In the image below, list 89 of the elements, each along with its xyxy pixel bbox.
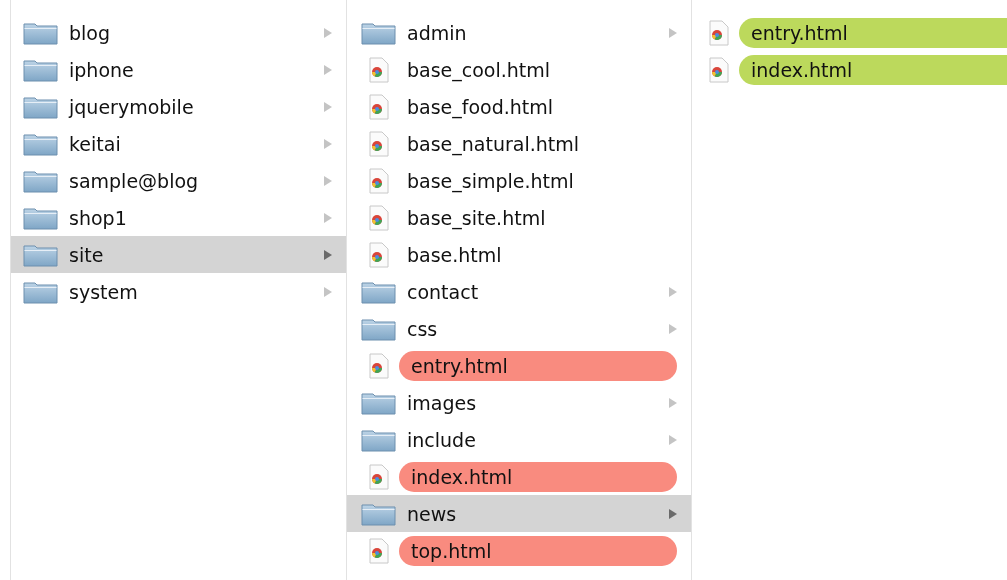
item-name: shop1: [69, 206, 128, 229]
document-icon: [369, 463, 389, 490]
folder-row[interactable]: shop1: [11, 199, 346, 236]
disclosure-arrow-icon: [669, 27, 677, 38]
item-name: base.html: [407, 243, 503, 266]
item-name: base_site.html: [407, 206, 547, 229]
item-name: base_natural.html: [407, 132, 581, 155]
item-name: sample@blog: [69, 169, 200, 192]
color-label-tag: index.html: [399, 461, 677, 492]
item-name: base_food.html: [407, 95, 555, 118]
item-name: news: [407, 502, 458, 525]
folder-row[interactable]: blog: [11, 14, 346, 51]
file-row[interactable]: top.html: [347, 532, 691, 569]
folder-icon: [23, 57, 59, 82]
document-icon: [369, 130, 389, 157]
item-name: base_simple.html: [407, 169, 575, 192]
file-row[interactable]: entry.html: [692, 14, 1007, 51]
folder-row[interactable]: contact: [347, 273, 691, 310]
folder-row[interactable]: site: [11, 236, 346, 273]
folder-icon: [361, 390, 397, 415]
folder-icon: [23, 94, 59, 119]
disclosure-arrow-icon: [669, 286, 677, 297]
file-row[interactable]: base_cool.html: [347, 51, 691, 88]
disclosure-arrow-icon: [324, 212, 332, 223]
folder-icon: [23, 131, 59, 156]
folder-icon: [23, 168, 59, 193]
item-name: images: [407, 391, 478, 414]
document-icon: [709, 56, 729, 83]
folder-row[interactable]: sample@blog: [11, 162, 346, 199]
color-label-tag: top.html: [399, 535, 677, 566]
file-row[interactable]: index.html: [692, 51, 1007, 88]
disclosure-arrow-icon: [324, 286, 332, 297]
document-icon: [369, 241, 389, 268]
disclosure-arrow-icon: [324, 175, 332, 186]
item-name: blog: [69, 21, 112, 44]
document-icon: [369, 167, 389, 194]
item-name: keitai: [69, 132, 122, 155]
disclosure-arrow-icon: [324, 101, 332, 112]
folder-icon: [361, 20, 397, 45]
file-row[interactable]: base_natural.html: [347, 125, 691, 162]
folder-row[interactable]: images: [347, 384, 691, 421]
item-name: iphone: [69, 58, 135, 81]
folder-row[interactable]: news: [347, 495, 691, 532]
document-icon: [369, 56, 389, 83]
folder-icon: [23, 205, 59, 230]
file-row[interactable]: base_simple.html: [347, 162, 691, 199]
document-icon: [369, 204, 389, 231]
item-name: jquerymobile: [69, 95, 195, 118]
folder-row[interactable]: css: [347, 310, 691, 347]
file-row[interactable]: entry.html: [347, 347, 691, 384]
item-name: site: [69, 243, 105, 266]
folder-row[interactable]: iphone: [11, 51, 346, 88]
file-row[interactable]: base_food.html: [347, 88, 691, 125]
color-label-tag: entry.html: [399, 350, 677, 381]
file-row[interactable]: base_site.html: [347, 199, 691, 236]
color-label-tag: index.html: [739, 54, 1007, 85]
folder-icon: [361, 316, 397, 341]
disclosure-arrow-icon: [324, 249, 332, 260]
item-name: system: [69, 280, 139, 303]
folder-icon: [23, 279, 59, 304]
folder-icon: [23, 20, 59, 45]
color-label-tag: entry.html: [739, 17, 1007, 48]
folder-icon: [23, 242, 59, 267]
disclosure-arrow-icon: [324, 27, 332, 38]
folder-row[interactable]: admin: [347, 14, 691, 51]
document-icon: [709, 19, 729, 46]
document-icon: [369, 93, 389, 120]
item-name: base_cool.html: [407, 58, 552, 81]
document-icon: [369, 537, 389, 564]
disclosure-arrow-icon: [669, 397, 677, 408]
folder-row[interactable]: include: [347, 421, 691, 458]
folder-icon: [361, 501, 397, 526]
disclosure-arrow-icon: [324, 138, 332, 149]
folder-icon: [361, 279, 397, 304]
disclosure-arrow-icon: [669, 434, 677, 445]
disclosure-arrow-icon: [324, 64, 332, 75]
file-row[interactable]: base.html: [347, 236, 691, 273]
folder-row[interactable]: keitai: [11, 125, 346, 162]
folder-icon: [361, 427, 397, 452]
disclosure-arrow-icon: [669, 508, 677, 519]
folder-row[interactable]: system: [11, 273, 346, 310]
item-name: css: [407, 317, 439, 340]
item-name: contact: [407, 280, 480, 303]
folder-row[interactable]: jquerymobile: [11, 88, 346, 125]
disclosure-arrow-icon: [669, 323, 677, 334]
document-icon: [369, 352, 389, 379]
file-row[interactable]: index.html: [347, 458, 691, 495]
item-name: admin: [407, 21, 468, 44]
item-name: include: [407, 428, 477, 451]
